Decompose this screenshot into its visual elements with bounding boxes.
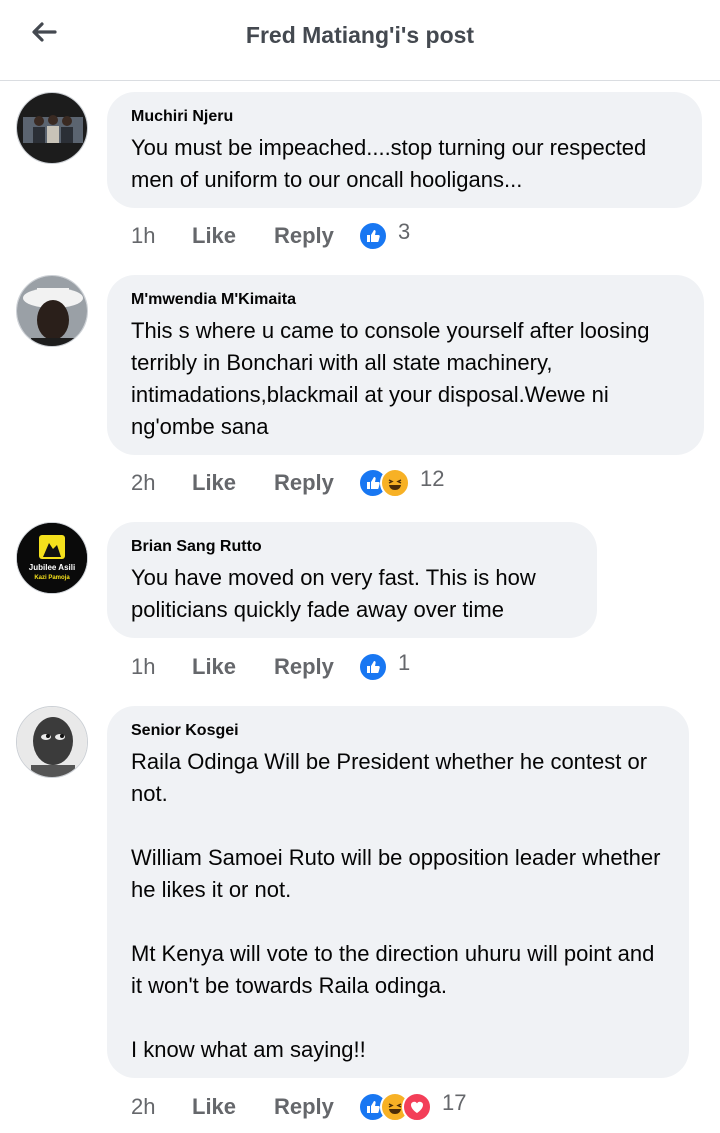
comment-actions: 1h Like Reply 3 (131, 218, 410, 254)
like-button[interactable]: Like (192, 223, 274, 249)
avatar[interactable] (16, 706, 88, 778)
reaction-summary[interactable]: 1 (358, 650, 411, 682)
reply-button[interactable]: Reply (274, 1094, 358, 1120)
comment-actions: 2h Like Reply 17 (131, 1089, 466, 1125)
jubilee-logo-icon (17, 523, 87, 593)
haha-icon (380, 468, 410, 498)
top-bar: Fred Matiang'i's post (0, 0, 720, 81)
comment-text: Raila Odinga Will be President whether h… (131, 749, 661, 1062)
reply-button[interactable]: Reply (274, 654, 358, 680)
comment-text: You have moved on very fast. This is how… (131, 565, 542, 622)
like-button[interactable]: Like (192, 470, 274, 496)
like-icon (358, 652, 388, 682)
comment-time[interactable]: 1h (131, 654, 192, 680)
reaction-summary[interactable]: 17 (358, 1090, 467, 1122)
reaction-count: 17 (442, 1090, 467, 1115)
love-icon (402, 1092, 432, 1122)
comment-time[interactable]: 1h (131, 223, 192, 249)
comment-text: This s where u came to console yourself … (131, 318, 656, 439)
comment-time[interactable]: 2h (131, 1094, 192, 1120)
like-button[interactable]: Like (192, 654, 274, 680)
like-icon (358, 221, 388, 251)
avatar-logo-text: Jubilee Asili Kazi Pamoja (28, 563, 76, 581)
reply-button[interactable]: Reply (274, 223, 358, 249)
comment-bubble: Senior Kosgei Raila Odinga Will be Presi… (107, 706, 689, 1078)
comment-time[interactable]: 2h (131, 470, 192, 496)
comment-bubble: Muchiri Njeru You must be impeached....s… (107, 92, 702, 208)
avatar-photo (17, 93, 87, 163)
avatar-photo (17, 707, 87, 777)
avatar[interactable] (16, 92, 88, 164)
comment-actions: 1h Like Reply 1 (131, 649, 410, 685)
comment-text: You must be impeached....stop turning ou… (131, 135, 653, 192)
comment-author[interactable]: M'mwendia M'Kimaita (131, 291, 680, 309)
reply-button[interactable]: Reply (274, 470, 358, 496)
page-title: Fred Matiang'i's post (245, 22, 475, 48)
reaction-count: 1 (398, 650, 411, 675)
like-button[interactable]: Like (192, 1094, 274, 1120)
comment-bubble: Brian Sang Rutto You have moved on very … (107, 522, 597, 638)
avatar[interactable]: Jubilee Asili Kazi Pamoja (16, 522, 88, 594)
comment-author[interactable]: Muchiri Njeru (131, 108, 678, 126)
reaction-count: 3 (398, 219, 411, 244)
reaction-summary[interactable]: 3 (358, 219, 411, 251)
comment-actions: 2h Like Reply 12 (131, 465, 444, 501)
reaction-count: 12 (420, 466, 445, 491)
comment-bubble: M'mwendia M'Kimaita This s where u came … (107, 275, 704, 455)
comment-author[interactable]: Senior Kosgei (131, 722, 665, 740)
avatar[interactable] (16, 275, 88, 347)
avatar-photo (17, 276, 87, 346)
reaction-summary[interactable]: 12 (358, 466, 445, 498)
comment-author[interactable]: Brian Sang Rutto (131, 538, 573, 556)
